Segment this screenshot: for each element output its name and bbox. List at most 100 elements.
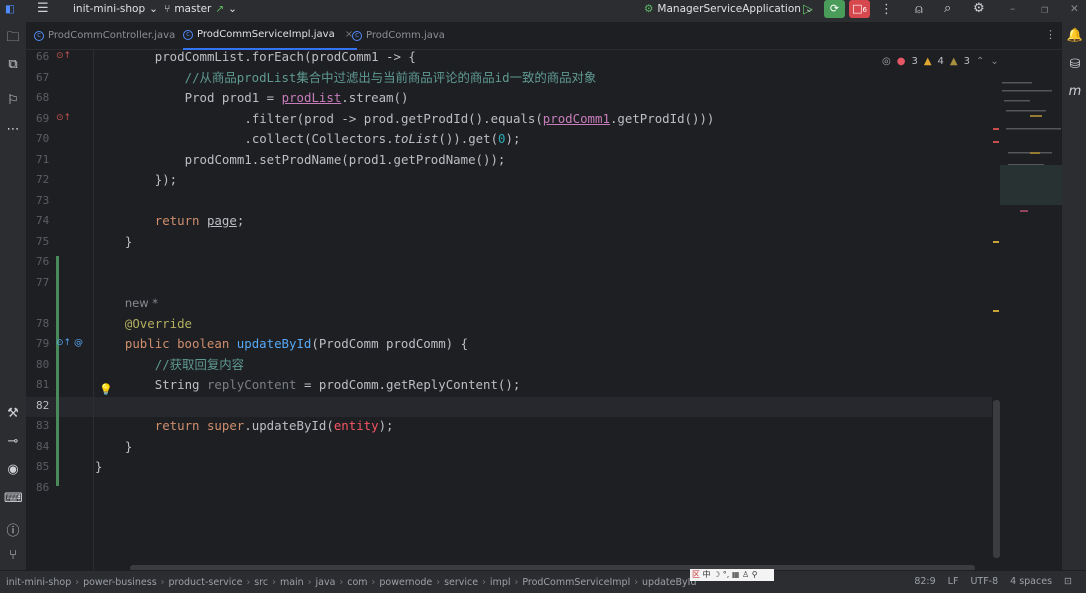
code-line[interactable]: String replyContent = prodComm.getReplyC… <box>155 375 521 395</box>
code-token: = prodComm.getReplyContent(); <box>296 377 521 392</box>
override-gutter-icon[interactable]: ⊙↑ @ <box>56 338 83 348</box>
code-line[interactable]: @Override <box>125 314 192 334</box>
line-number: 72 <box>36 173 50 186</box>
tab-options-icon[interactable]: ⋮ <box>1045 28 1056 41</box>
code-editor[interactable]: prodCommList.forEach(prodComm1 -> {//从商品… <box>95 47 990 570</box>
services-icon[interactable]: ◉ <box>4 462 22 477</box>
maven-icon[interactable]: m <box>1066 84 1084 99</box>
code-token: .stream() <box>341 90 409 105</box>
breadcrumb-item[interactable]: java <box>316 577 336 588</box>
stop-badge: 6 <box>862 6 867 14</box>
notifications-icon[interactable]: 🔔 <box>1066 28 1084 43</box>
maximize-icon[interactable]: ❐ <box>1041 6 1048 15</box>
breadcrumb-item[interactable]: impl <box>490 577 511 588</box>
more-icon[interactable]: ⋮ <box>880 2 893 17</box>
file-encoding[interactable]: UTF-8 <box>970 576 998 587</box>
code-line[interactable]: }); <box>155 170 177 190</box>
override-gutter-icon[interactable]: ⊙↑ <box>56 113 71 123</box>
structure-icon[interactable]: ⧉ <box>4 57 22 72</box>
line-number: 83 <box>36 419 50 432</box>
terminal-icon[interactable]: ⌨ <box>4 491 23 506</box>
breadcrumb: init-mini-shop › power-business › product-se… <box>6 577 696 588</box>
tab-prodcommserviceimpl[interactable]: c ProdCommServiceImpl.java × <box>183 22 358 50</box>
settings-icon[interactable]: ⚙ <box>973 1 985 16</box>
close-icon[interactable]: ✕ <box>1070 3 1079 15</box>
database-icon[interactable]: ⛁ <box>1066 57 1084 72</box>
breadcrumb-item[interactable]: product-service <box>168 577 242 588</box>
project-selector[interactable]: init-mini-shop ⌄ <box>73 3 158 15</box>
code-token: prodList <box>281 90 342 105</box>
debug-button[interactable]: ⟳ <box>824 0 845 18</box>
git-icon[interactable]: ⑂ <box>4 548 22 563</box>
tab-label: ProdCommServiceImpl.java <box>197 29 335 40</box>
code-line[interactable]: //从商品prodList集合中过滤出与当前商品评论的商品id一致的商品对象 <box>185 68 597 88</box>
bookmark-icon[interactable]: ⚐ <box>4 93 22 108</box>
problems-icon[interactable]: ⓘ <box>4 520 22 539</box>
breadcrumb-separator: › <box>75 576 80 588</box>
minimize-icon[interactable]: – <box>1010 3 1015 15</box>
breadcrumb-item[interactable]: main <box>280 577 304 588</box>
inspection-widget[interactable]: ◎ ● 3 ▲ 4 ▲ 3 ⌃ ⌄ <box>882 56 999 67</box>
warning-stripe <box>993 310 999 312</box>
stop-button[interactable]: □6 <box>849 0 870 18</box>
code-token: new * <box>124 296 159 310</box>
breadcrumb-item[interactable]: powernode <box>379 577 432 588</box>
code-token: entity <box>333 418 379 433</box>
lock-icon[interactable]: ⊡ <box>1064 576 1072 587</box>
breadcrumb-item[interactable]: src <box>254 577 268 588</box>
breadcrumb-item[interactable]: ProdCommServiceImpl <box>522 577 630 588</box>
line-separator[interactable]: LF <box>948 576 959 587</box>
vertical-scrollbar[interactable] <box>993 400 1000 558</box>
minimap[interactable] <box>1000 60 1062 230</box>
code-line[interactable]: .collect(Collectors.toList()).get(0); <box>244 129 520 149</box>
more-tools-icon[interactable]: ⋯ <box>4 122 22 137</box>
override-gutter-icon[interactable]: ⊙↑ <box>56 51 71 61</box>
indent-setting[interactable]: 4 spaces <box>1010 576 1052 587</box>
code-line[interactable]: prodCommList.forEach(prodComm1 -> { <box>155 47 416 67</box>
code-line[interactable]: .filter(prod -> prod.getProdId().equals(… <box>244 109 714 129</box>
code-line[interactable]: return super.updateById(entity); <box>155 416 394 436</box>
code-token: return <box>154 213 207 228</box>
breadcrumb-item[interactable]: com <box>347 577 367 588</box>
chevron-down-icon[interactable]: ⌄ <box>990 56 998 67</box>
branch-selector[interactable]: ⑂ master ↗ ⌄ <box>164 3 237 15</box>
code-token: } <box>124 233 133 249</box>
breadcrumb-item[interactable]: service <box>444 577 478 588</box>
code-token: (ProdComm prodComm) { <box>311 336 469 351</box>
run-icon[interactable]: ▷ <box>803 2 813 17</box>
ime-toolbar[interactable]: 区 中 ☽ °, ▦ ♙ ⚲ <box>690 569 774 581</box>
commit-icon[interactable]: ⊸ <box>4 434 22 449</box>
line-number: 68 <box>36 91 50 104</box>
lightbulb-icon[interactable]: 💡 <box>99 383 113 396</box>
main-menu-icon[interactable]: ☰ <box>37 1 49 16</box>
tab-prodcommcontroller[interactable]: c ProdCommController.java <box>34 22 175 50</box>
tab-prodcomm[interactable]: c ProdComm.java <box>352 22 445 50</box>
breadcrumb-item[interactable]: power-business <box>83 577 157 588</box>
build-icon[interactable]: ⚒ <box>4 406 22 421</box>
breadcrumb-item[interactable]: init-mini-shop <box>6 577 71 588</box>
code-line[interactable]: //获取回复内容 <box>155 355 244 375</box>
code-line[interactable]: prodComm1.setProdName(prod1.getProdName(… <box>185 150 506 170</box>
reader-mode-icon[interactable]: ◎ <box>882 56 891 67</box>
chevron-up-icon[interactable]: ⌃ <box>976 56 984 67</box>
code-line[interactable]: } <box>125 232 132 252</box>
add-user-icon[interactable]: ⍝ <box>915 2 923 17</box>
code-line[interactable]: public boolean updateById(ProdComm prodC… <box>125 334 468 354</box>
error-icon: ● <box>896 56 906 67</box>
search-icon[interactable]: ⌕ <box>944 1 951 16</box>
project-folder-icon[interactable]: 🗀 <box>4 28 22 50</box>
code-line[interactable]: new * <box>125 293 158 313</box>
code-line[interactable]: } <box>95 457 102 477</box>
code-line[interactable]: return page; <box>155 211 245 231</box>
breadcrumb-item[interactable]: updateById <box>642 577 696 588</box>
code-line[interactable]: Prod prod1 = prodList.stream() <box>185 88 409 108</box>
code-token: .filter(prod -> prod.getProdId().equals( <box>244 110 543 126</box>
caret-position[interactable]: 82:9 <box>914 576 935 587</box>
line-number: 82 <box>36 398 50 412</box>
line-number: 77 <box>36 275 50 289</box>
breadcrumb-separator: › <box>371 576 376 588</box>
code-line[interactable]: } <box>125 437 132 457</box>
line-number: 74 <box>36 214 50 227</box>
run-config-selector[interactable]: ⚙ ManagerServiceApplication ⌄ <box>644 3 814 15</box>
code-token: } <box>95 459 103 474</box>
